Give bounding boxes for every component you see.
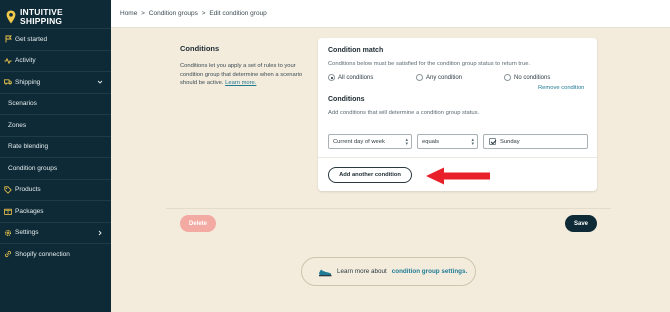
- sidebar-item-label: Get started: [15, 35, 48, 43]
- sidebar-item-shopify-connection[interactable]: Shopify connection: [0, 243, 111, 265]
- condition-value-label: Sunday: [500, 138, 520, 145]
- condition-operator-select[interactable]: equals ▴ ▾: [417, 134, 478, 149]
- breadcrumb: Home > Condition groups > Edit condition…: [120, 10, 269, 17]
- add-condition-button[interactable]: Add another condition: [328, 167, 412, 183]
- select-arrows-icon: ▴ ▾: [471, 137, 474, 147]
- sidebar-item-label: Scenarios: [8, 100, 37, 108]
- breadcrumb-home[interactable]: Home: [120, 10, 137, 17]
- card-divider: [318, 157, 597, 158]
- sidebar-item-get-started[interactable]: Get started: [0, 28, 111, 50]
- sidebar-item-label: Products: [15, 186, 41, 194]
- condition-field-select[interactable]: Current day of week ▴ ▾: [328, 134, 412, 149]
- sidebar-item-label: Shopify connection: [15, 250, 70, 258]
- help-banner: Learn more about condition group setting…: [301, 257, 476, 286]
- sidebar-item-scenarios[interactable]: Scenarios: [0, 92, 111, 115]
- sidebar-item-label: Shipping: [15, 78, 41, 86]
- select-value: Current day of week: [333, 138, 385, 145]
- learn-more-link[interactable]: Learn more.: [225, 80, 256, 86]
- condition-match-description: Conditions below must be satisfied for t…: [328, 61, 531, 67]
- checkbox-checked-icon[interactable]: [489, 138, 496, 145]
- footer-divider: [166, 208, 611, 209]
- radio-label: No conditions: [514, 74, 551, 81]
- sidebar-item-shipping[interactable]: Shipping: [0, 71, 111, 93]
- truck-icon: [4, 78, 12, 86]
- remove-condition-link[interactable]: Remove condition: [538, 85, 584, 91]
- radio-label: All conditions: [338, 74, 374, 81]
- help-link[interactable]: condition group settings.: [392, 268, 468, 275]
- sidebar: INTUITIVE SHIPPING Get started Activity …: [0, 0, 111, 312]
- brand-logo[interactable]: INTUITIVE SHIPPING: [0, 0, 111, 28]
- sidebar-item-label: Packages: [15, 207, 44, 215]
- radio-dot: [416, 74, 423, 81]
- save-button[interactable]: Save: [565, 215, 597, 232]
- chevron-right-icon: [98, 230, 102, 235]
- breadcrumb-current: Edit condition group: [209, 10, 267, 17]
- radio-dot: [328, 74, 335, 81]
- brand-line-2: SHIPPING: [20, 16, 63, 26]
- radio-dot: [504, 74, 511, 81]
- conditions-title: Conditions: [328, 96, 365, 103]
- chevron-down-icon: [97, 80, 103, 84]
- select-value: equals: [422, 138, 440, 145]
- condition-value-select[interactable]: Sunday: [483, 134, 588, 149]
- breadcrumb-condition-groups[interactable]: Condition groups: [149, 10, 198, 17]
- flag-icon: [4, 35, 12, 43]
- radio-all-conditions[interactable]: All conditions: [328, 74, 373, 81]
- sidebar-item-packages[interactable]: Packages: [0, 200, 111, 222]
- radio-no-conditions[interactable]: No conditions: [504, 74, 550, 81]
- condition-match-options: All conditions Any condition No conditio…: [328, 74, 593, 84]
- sidebar-item-label: Rate blending: [8, 143, 49, 151]
- activity-icon: [4, 57, 12, 65]
- condition-match-title: Condition match: [328, 47, 384, 54]
- tag-icon: [4, 186, 12, 194]
- section-description: Conditions let you apply a set of rules …: [180, 62, 310, 88]
- radio-any-condition[interactable]: Any condition: [416, 74, 462, 81]
- sneaker-icon: [319, 269, 332, 276]
- sidebar-item-activity[interactable]: Activity: [0, 49, 111, 72]
- breadcrumb-separator: >: [201, 10, 206, 17]
- sidebar-nav: Get started Activity Shipping Scenarios …: [0, 28, 111, 265]
- delete-button[interactable]: Delete: [180, 215, 216, 232]
- sidebar-item-condition-groups[interactable]: Condition groups: [0, 157, 111, 179]
- top-bar: Home > Condition groups > Edit condition…: [111, 0, 670, 28]
- conditions-description: Add conditions that will determine a con…: [328, 110, 480, 116]
- sidebar-item-label: Condition groups: [8, 164, 58, 172]
- section-title: Conditions: [180, 44, 220, 53]
- gear-icon: [4, 229, 12, 237]
- sidebar-item-label: Activity: [15, 57, 36, 65]
- radio-label: Any condition: [426, 74, 463, 81]
- select-arrows-icon: ▴ ▾: [405, 137, 408, 147]
- sidebar-item-products[interactable]: Products: [0, 178, 111, 201]
- sidebar-item-zones[interactable]: Zones: [0, 114, 111, 136]
- breadcrumb-separator: >: [141, 10, 145, 17]
- sidebar-item-settings[interactable]: Settings: [0, 221, 111, 244]
- location-pin-icon: [6, 10, 16, 24]
- sidebar-item-label: Zones: [8, 121, 27, 129]
- help-text: Learn more about: [337, 268, 387, 275]
- sidebar-item-label: Settings: [15, 229, 39, 237]
- red-arrow-annotation: [426, 167, 490, 185]
- link-icon: [4, 250, 12, 258]
- sidebar-item-rate-blending[interactable]: Rate blending: [0, 135, 111, 158]
- package-icon: [4, 207, 12, 215]
